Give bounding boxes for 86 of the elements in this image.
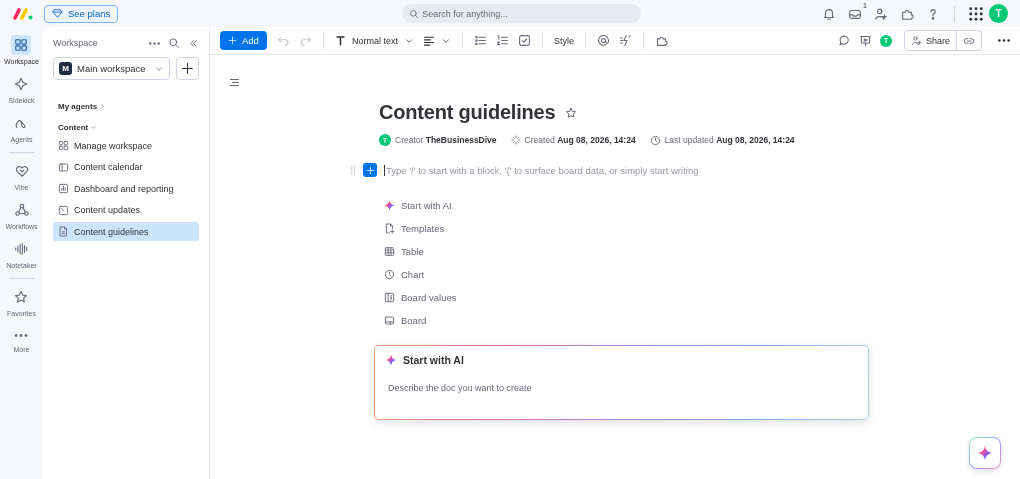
- present-icon: [858, 34, 872, 47]
- mention-button[interactable]: [596, 34, 610, 47]
- workspace-dropdown[interactable]: M Main workspace: [53, 57, 170, 80]
- table-icon: [384, 246, 395, 257]
- sparkle-icon: [384, 200, 395, 211]
- checklist-button[interactable]: [517, 34, 531, 47]
- board-icon: [384, 292, 395, 303]
- invite-button[interactable]: [874, 6, 888, 21]
- sidebar-item[interactable]: Dashboard and reporting: [53, 179, 199, 198]
- more-icon: [998, 39, 1010, 42]
- plus-icon: [365, 165, 375, 175]
- ai-assistant-button[interactable]: [969, 437, 1001, 469]
- board-icon: [58, 204, 69, 216]
- outline-icon: [229, 77, 240, 88]
- insert-menu-item[interactable]: Board: [384, 309, 869, 332]
- see-plans-button[interactable]: See plans: [44, 4, 119, 23]
- numbered-list-icon: [495, 34, 509, 47]
- plus-icon: [228, 36, 237, 45]
- invite-icon: [910, 35, 922, 46]
- search-button[interactable]: [168, 37, 180, 49]
- insert-menu-item[interactable]: Templates: [384, 217, 869, 240]
- redo-icon: [298, 34, 312, 47]
- section-header[interactable]: Content: [58, 123, 98, 132]
- bulleted-list-button[interactable]: [473, 34, 487, 47]
- template-icon: [384, 223, 395, 234]
- sidebar-item[interactable]: Manage workspace: [53, 136, 199, 155]
- spinner-icon: [510, 135, 521, 145]
- bell-button[interactable]: [822, 6, 836, 21]
- logo-icon: [12, 6, 34, 21]
- more-button[interactable]: [998, 39, 1010, 42]
- present-button[interactable]: [858, 34, 872, 47]
- checklist-icon: [517, 34, 531, 47]
- sparkle-icon: [385, 354, 397, 366]
- search-icon: [168, 37, 180, 49]
- sidebar-item[interactable]: Content calendar: [53, 157, 199, 177]
- insert-menu-item[interactable]: Table: [384, 240, 869, 263]
- bell-icon: [822, 6, 836, 21]
- section-header[interactable]: My agents: [58, 102, 107, 111]
- align-dropdown[interactable]: [422, 34, 451, 47]
- numbered-list-button[interactable]: [495, 34, 509, 47]
- workspace-avatar: M: [59, 62, 72, 75]
- document-icon: [58, 226, 69, 237]
- panel-icon: [58, 161, 69, 173]
- align-icon: [422, 34, 435, 47]
- mention-icon: [596, 34, 610, 47]
- add-block-button[interactable]: [363, 163, 377, 177]
- bulleted-list-icon: [473, 34, 487, 47]
- collapse-icon: [188, 37, 199, 49]
- apps-icon: [969, 6, 983, 21]
- add-button[interactable]: Add: [220, 31, 267, 50]
- chart-icon: [58, 183, 69, 194]
- sidebar-item[interactable]: Content updates: [53, 200, 199, 220]
- puzzle-icon: [654, 34, 668, 47]
- add-button[interactable]: [176, 57, 199, 80]
- clock-icon: [649, 134, 661, 146]
- invite-icon: [874, 6, 888, 21]
- sidebar-title: Workspace: [53, 38, 99, 48]
- search-field[interactable]: Search for anything...: [402, 4, 642, 23]
- magic-button[interactable]: [618, 34, 632, 47]
- board-icon: [384, 315, 395, 326]
- insert-menu-item[interactable]: Chart: [384, 263, 869, 286]
- undo-icon: [276, 34, 290, 47]
- comment-icon: [837, 34, 851, 47]
- text-icon: [334, 35, 346, 46]
- grid-icon: [58, 140, 69, 151]
- creator-text: Creator TheBusinessDive: [395, 135, 497, 145]
- diamond-icon: [52, 8, 63, 19]
- document-title: Content guidelines: [379, 101, 556, 124]
- insert-menu-item[interactable]: Start with AI: [384, 194, 869, 217]
- style-button[interactable]: Style: [553, 35, 574, 46]
- insert-menu-item[interactable]: Board values: [384, 286, 869, 309]
- sparkle-icon: [977, 445, 993, 461]
- plus-icon: [181, 62, 194, 75]
- collapse-button[interactable]: [188, 37, 199, 49]
- text-style-dropdown[interactable]: Normal text: [334, 35, 414, 46]
- search-icon: [409, 8, 420, 19]
- comment-button[interactable]: [837, 34, 851, 47]
- created-text: Created Aug 08, 2026, 14:24: [524, 135, 636, 145]
- more-icon: [149, 41, 160, 45]
- puzzle-button[interactable]: [654, 34, 668, 47]
- magic-icon: [618, 34, 632, 47]
- card-title: Start with AI: [403, 354, 464, 366]
- apps-button[interactable]: [969, 6, 983, 21]
- sidebar-item[interactable]: Content guidelines: [53, 222, 199, 241]
- updated-text: Last updated Aug 08, 2026, 14:24: [664, 135, 795, 145]
- clock-icon: [384, 269, 395, 280]
